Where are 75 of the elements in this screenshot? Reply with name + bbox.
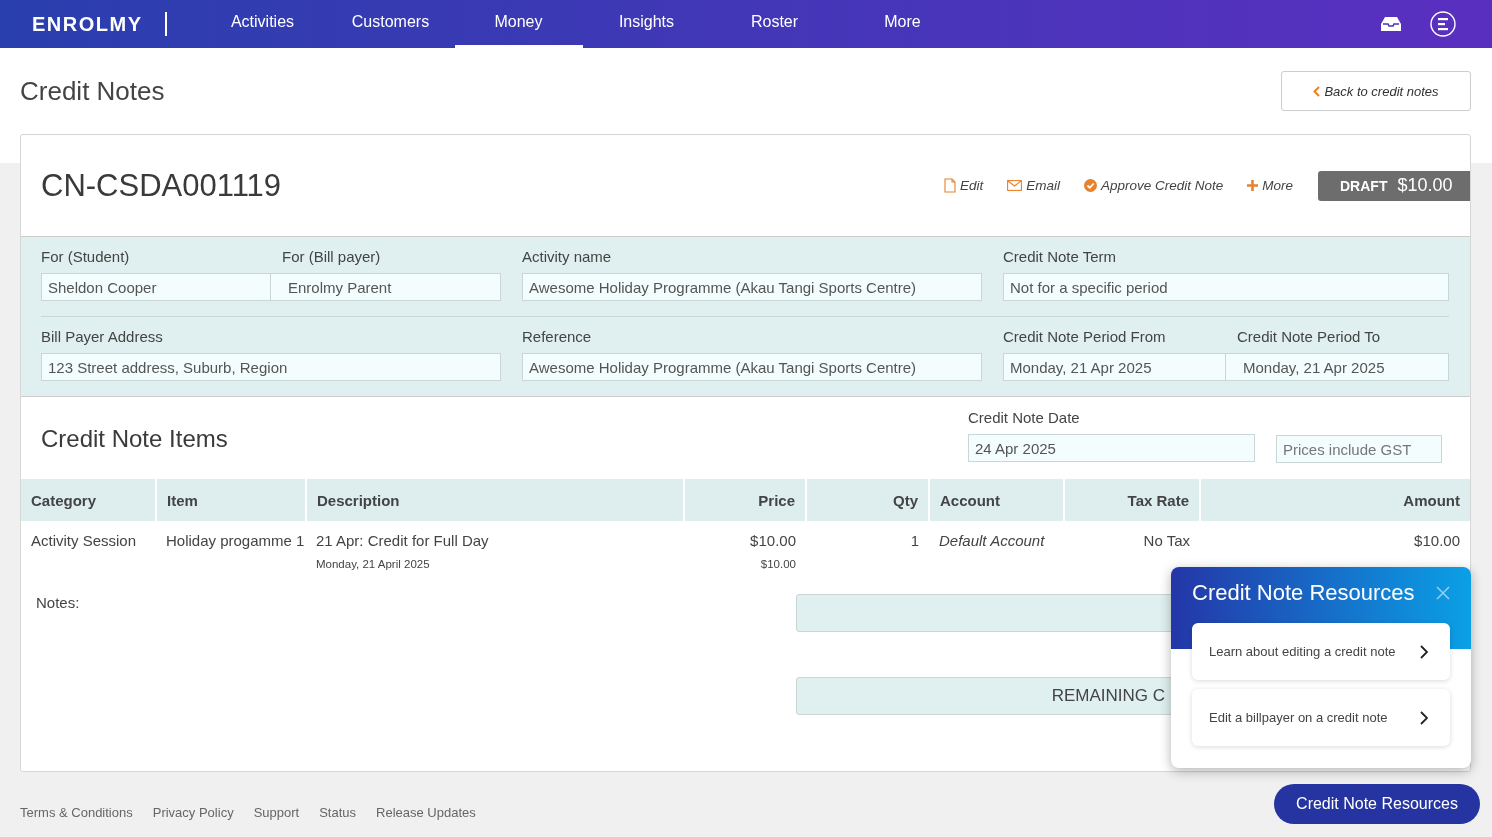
input-field[interactable]: Awesome Holiday Programme (Akau Tangi Sports Centre) [522,273,982,301]
table-cell: Default Account [939,532,1045,549]
table-cell: Activity Session [31,532,137,549]
more-button[interactable]: More [1247,178,1293,193]
column-header: Category [21,479,156,521]
document-icon [943,178,956,193]
column-header: Account [929,479,1064,521]
chevron-left-icon [1313,85,1321,97]
nav-tab[interactable]: Money [454,0,583,48]
edit-button[interactable]: Edit [943,178,984,193]
input-field[interactable]: Monday, 21 Apr 2025 [1226,353,1449,381]
resource-link[interactable]: Edit a billpayer on a credit note [1192,689,1450,746]
input-field[interactable]: Enrolmy Parent [271,273,501,301]
input-field[interactable]: Monday, 21 Apr 2025 [1003,353,1226,381]
status-label: DRAFT [1340,177,1388,194]
nav-tab[interactable]: Insights [582,0,711,48]
field-label: For (Bill payer) [281,248,382,265]
chevron-right-icon [1420,710,1428,725]
column-header: Price [684,479,806,521]
table-cell: No Tax [1143,532,1190,549]
nav-tab[interactable]: More [838,0,967,48]
table-cell: 21 Apr: Credit for Full Day [316,532,489,549]
column-header: Item [156,479,306,521]
footer-link[interactable]: Terms & Conditions [20,805,133,820]
footer-link[interactable]: Support [253,805,300,820]
table-cell: $10.00 [1414,532,1460,549]
page-title: Credit Notes [20,75,165,107]
cell-subtext: $10.00 [760,557,796,570]
envelope-icon [1007,180,1023,191]
resource-link-text: Learn about editing a credit note [1209,644,1396,659]
field-label: Credit Note Date [968,409,1081,426]
credit-note-number: CN-CSDA001119 [41,167,282,204]
field-label: Reference [522,328,593,345]
enrolmy-logo[interactable]: ENROLMY [32,12,167,36]
check-circle-icon [1083,179,1097,192]
notes-label: Notes: [36,594,80,613]
footer-link[interactable]: Privacy Policy [152,805,234,820]
table-cell: Holiday progamme 1 [166,532,305,549]
nav-tab[interactable]: Roster [710,0,839,48]
gst-select[interactable]: Prices include GST [1276,435,1442,463]
chevron-right-icon [1420,644,1428,659]
plus-icon [1247,180,1259,191]
total-amount: $10.00 [1397,175,1453,196]
table-cell: 1 [910,532,919,549]
input-field[interactable]: Awesome Holiday Programme (Akau Tangi Sports Centre) [522,353,982,381]
inbox-icon[interactable] [1380,15,1402,33]
section-title: Credit Note Items [41,425,228,453]
table-cell: $10.00 [750,532,796,549]
resource-link[interactable]: Learn about editing a credit note [1192,623,1450,680]
panel-title: Credit Note Resources [1192,580,1415,606]
approve-button[interactable]: Approve Credit Note [1083,178,1224,193]
resources-button[interactable]: Credit Note Resources [1274,784,1480,824]
column-header: Amount [1200,479,1470,521]
column-header: Description [306,479,684,521]
field-label: Credit Note Period From [1003,328,1167,345]
back-button[interactable]: Back to credit notes [1281,71,1471,111]
field-label: Credit Note Period To [1236,328,1382,345]
nav-tab[interactable]: Customers [326,0,455,48]
menu-icon[interactable] [1430,11,1456,37]
column-header: Tax Rate [1064,479,1200,521]
input-field[interactable]: Not for a specific period [1003,273,1449,301]
input-field[interactable]: Sheldon Cooper [41,273,271,301]
field-label: Activity name [522,248,613,265]
footer-link[interactable]: Release Updates [376,805,476,820]
field-label: For (Student) [41,248,131,265]
column-header: Qty [806,479,929,521]
date-field[interactable]: 24 Apr 2025 [968,434,1255,462]
field-label: Credit Note Term [1003,248,1118,265]
field-label: Bill Payer Address [41,328,164,345]
cell-subtext: Monday, 21 April 2025 [316,557,430,570]
close-icon [1436,586,1450,600]
nav-tab[interactable]: Activities [198,0,327,48]
footer-link[interactable]: Status [319,805,357,820]
email-button[interactable]: Email [1007,178,1060,193]
input-field[interactable]: 123 Street address, Suburb, Region [41,353,501,381]
